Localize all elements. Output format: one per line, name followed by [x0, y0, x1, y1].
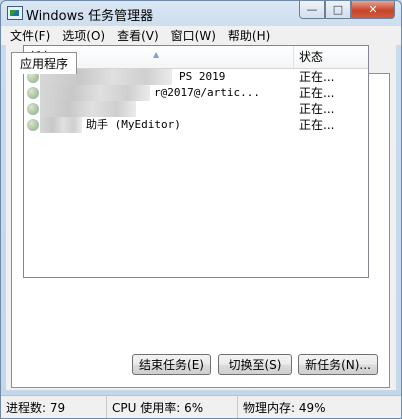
status-bar: 进程数: 79 CPU 使用率: 6% 物理内存: 49%	[1, 395, 401, 418]
sort-ascending-icon: ▲	[153, 50, 160, 59]
process-count: 进程数: 79	[1, 396, 107, 418]
switch-to-button[interactable]: 切换至(S)	[218, 354, 292, 375]
new-task-button[interactable]: 新任务(N)...	[298, 354, 378, 375]
table-row[interactable]: 助手 (MyEditor) 正在...	[24, 117, 368, 133]
task-manager-icon	[7, 6, 23, 20]
task-name: PS 2019	[179, 70, 226, 83]
column-header-status[interactable]: 状态	[294, 46, 368, 68]
window-controls: — □ ✕	[299, 1, 395, 19]
app-icon	[27, 87, 39, 99]
task-manager-window: Windows 任务管理器 — □ ✕ 文件(F) 选项(O) 查看(V) 窗口…	[0, 0, 402, 419]
menu-options[interactable]: 选项(O)	[56, 27, 111, 44]
task-status: 正在...	[299, 86, 335, 100]
menu-window[interactable]: 窗口(W)	[165, 27, 222, 44]
end-task-button[interactable]: 结束任务(E)	[132, 354, 211, 375]
task-name: 助手 (MyEditor)	[86, 118, 181, 131]
task-list[interactable]: ▲ 任务 状态 PS 2019 正在... r@2017@/artic... 正…	[23, 45, 369, 278]
window-title: Windows 任务管理器	[26, 9, 154, 24]
menu-bar: 文件(F) 选项(O) 查看(V) 窗口(W) 帮助(H)	[1, 26, 401, 45]
menu-view[interactable]: 查看(V)	[111, 27, 165, 44]
redacted-region	[40, 101, 136, 117]
task-name: r@2017@/artic...	[154, 86, 260, 99]
redacted-region	[40, 117, 82, 133]
tab-applications[interactable]: 应用程序	[11, 52, 78, 74]
task-status: 正在...	[299, 102, 335, 116]
memory-usage: 物理内存: 49%	[243, 401, 326, 415]
maximize-button[interactable]: □	[325, 1, 351, 19]
minimize-button[interactable]: —	[299, 1, 325, 19]
app-icon	[27, 119, 39, 131]
app-icon	[27, 103, 39, 115]
close-button[interactable]: ✕	[351, 1, 395, 19]
table-row[interactable]: 正在...	[24, 101, 368, 117]
redacted-region	[40, 85, 150, 101]
table-row[interactable]: r@2017@/artic... 正在...	[24, 85, 368, 101]
task-status: 正在...	[299, 118, 335, 132]
menu-file[interactable]: 文件(F)	[4, 27, 56, 44]
menu-help[interactable]: 帮助(H)	[222, 27, 276, 44]
column-status-label: 状态	[299, 50, 324, 64]
title-bar[interactable]: Windows 任务管理器 — □ ✕	[1, 1, 401, 25]
task-status: 正在...	[299, 70, 335, 84]
cpu-usage: CPU 使用率: 6%	[107, 396, 238, 418]
